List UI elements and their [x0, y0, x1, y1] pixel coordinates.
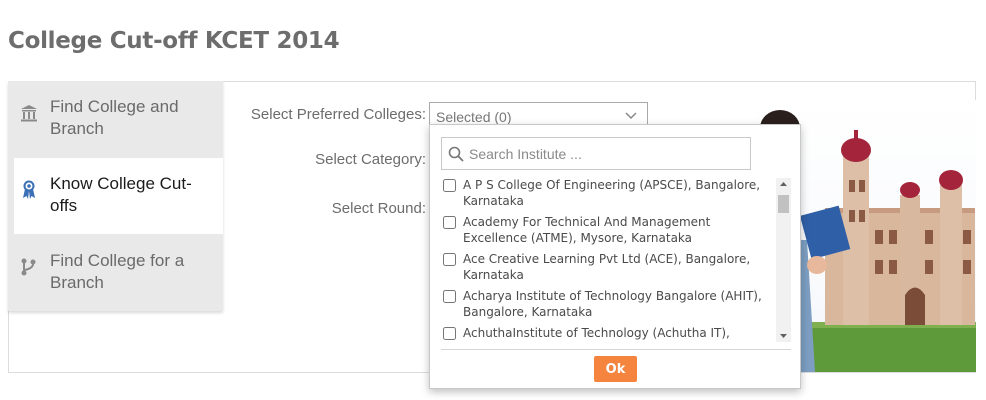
option-checkbox[interactable]	[443, 179, 456, 192]
category-label: Select Category:	[315, 151, 426, 168]
search-box	[441, 137, 751, 170]
institution-icon	[21, 105, 37, 122]
list-item[interactable]: Academy For Technical And Management Exc…	[441, 214, 781, 251]
sidebar-item-find-college-for-branch[interactable]: Find College for a Branch	[8, 235, 223, 311]
sidebar-item-find-college-branch[interactable]: Find College and Branch	[8, 81, 223, 157]
ok-button[interactable]: Ok	[594, 356, 637, 382]
award-ribbon-icon	[23, 180, 35, 199]
search-institute-input[interactable]	[469, 141, 744, 166]
option-label: Academy For Technical And Management Exc…	[463, 215, 711, 245]
list-item[interactable]: A P S College Of Engineering (APSCE), Ba…	[441, 177, 781, 214]
chevron-down-icon	[625, 112, 637, 120]
sidebar-item-label: Find College for a Branch	[50, 251, 185, 292]
sidebar-nav: Find College and Branch Know College Cut…	[8, 81, 223, 311]
sidebar-item-know-college-cutoffs[interactable]: Know College Cut-offs	[14, 158, 223, 234]
option-label: AchuthaInstitute of Technology (Achutha …	[463, 326, 730, 340]
list-item[interactable]: Acharya Institute of Technology Bangalor…	[441, 288, 781, 325]
option-checkbox[interactable]	[443, 327, 456, 340]
list-item[interactable]: Ace Creative Learning Pvt Ltd (ACE), Ban…	[441, 251, 781, 288]
option-checkbox[interactable]	[443, 253, 456, 266]
divider	[441, 349, 791, 350]
round-label: Select Round:	[331, 200, 426, 217]
option-checkbox[interactable]	[443, 216, 456, 229]
option-checkbox[interactable]	[443, 290, 456, 303]
scrollbar-thumb[interactable]	[778, 195, 789, 213]
options-scrollbar[interactable]	[776, 178, 791, 342]
option-label: Ace Creative Learning Pvt Ltd (ACE), Ban…	[463, 252, 751, 282]
colleges-dropdown-panel: A P S College Of Engineering (APSCE), Ba…	[429, 124, 801, 389]
institute-options-list: A P S College Of Engineering (APSCE), Ba…	[441, 177, 781, 347]
list-item[interactable]: AchuthaInstitute of Technology (Achutha …	[441, 325, 781, 347]
page-title: College Cut-off KCET 2014	[8, 28, 340, 54]
scroll-up-arrow-icon[interactable]	[776, 178, 791, 190]
search-icon	[448, 146, 464, 162]
sidebar-item-label: Find College and Branch	[50, 97, 179, 138]
select-value: Selected (0)	[436, 109, 512, 125]
option-label: Acharya Institute of Technology Bangalor…	[463, 289, 762, 319]
sidebar-item-label: Know College Cut-offs	[50, 174, 192, 215]
preferred-colleges-label: Select Preferred Colleges:	[250, 106, 426, 123]
branch-fork-icon	[21, 258, 36, 276]
option-label: A P S College Of Engineering (APSCE), Ba…	[463, 178, 761, 208]
scroll-down-arrow-icon[interactable]	[776, 330, 791, 342]
